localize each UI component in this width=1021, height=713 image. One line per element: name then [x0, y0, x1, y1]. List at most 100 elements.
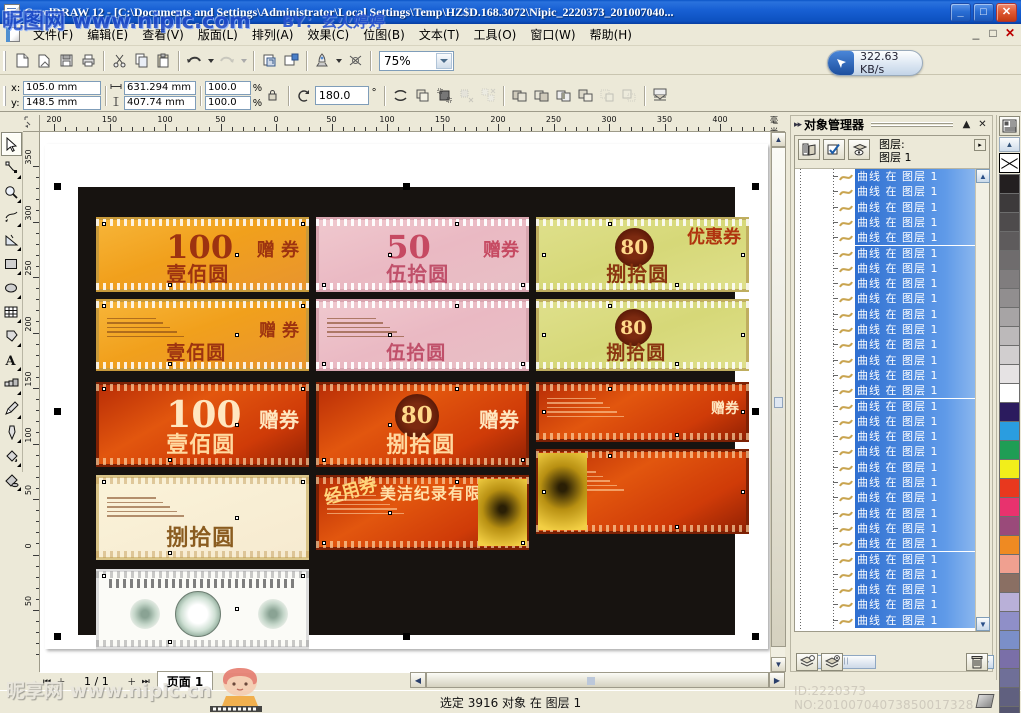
selection-handle-se[interactable]	[752, 633, 759, 640]
object-list-row[interactable]: 曲线 在 图层 1	[795, 475, 989, 491]
object-list-row[interactable]: 曲线 在 图层 1	[795, 597, 989, 613]
object-list-row[interactable]: 曲线 在 图层 1	[795, 459, 989, 475]
blend-tool[interactable]	[1, 372, 22, 396]
open-document-icon[interactable]	[33, 50, 55, 72]
object-list-row[interactable]: 曲线 在 图层 1	[795, 214, 989, 231]
object-node-handle[interactable]	[301, 222, 305, 226]
palette-color-swatch[interactable]	[999, 478, 1020, 497]
object-node-handle[interactable]	[102, 222, 106, 226]
object-list-row[interactable]: 曲线 在 图层 1	[795, 520, 989, 537]
menu-item-layout[interactable]: 版面(L)	[191, 23, 245, 46]
object-list-row[interactable]: 曲线 在 图层 1	[795, 398, 989, 414]
object-list-row[interactable]: 曲线 在 图层 1	[795, 245, 989, 261]
object-node-handle[interactable]	[741, 333, 745, 337]
voucher-artwork[interactable]: 100 壹佰圆 赠 券	[96, 217, 309, 292]
object-list-vertical-scrollbar[interactable]: ▲ ▼	[975, 169, 990, 631]
menu-item-arrange[interactable]: 排列(A)	[245, 23, 301, 46]
object-node-handle[interactable]	[542, 489, 546, 494]
palette-options-icon[interactable]	[999, 116, 1020, 136]
object-node-handle[interactable]	[322, 362, 326, 366]
object-node-handle[interactable]	[168, 640, 173, 644]
object-node-handle[interactable]	[234, 607, 239, 611]
palette-color-swatch[interactable]	[999, 288, 1020, 307]
palette-scroll-up-button[interactable]: ▲	[999, 137, 1020, 152]
interactive-fill-tool[interactable]	[1, 468, 22, 492]
object-node-handle[interactable]	[674, 283, 679, 287]
zoom-dropdown-button[interactable]	[436, 52, 452, 69]
object-node-handle[interactable]	[521, 458, 525, 462]
paste-icon[interactable]	[152, 50, 174, 72]
object-list-row[interactable]: 曲线 在 图层 1	[795, 566, 989, 583]
palette-color-swatch[interactable]	[999, 630, 1020, 649]
last-page-button[interactable]: ⏭	[139, 675, 153, 689]
corel-online-icon[interactable]	[344, 50, 366, 72]
object-height-input[interactable]: 407.74 mm	[124, 96, 196, 110]
object-list-row[interactable]: 曲线 在 图层 1	[795, 276, 989, 292]
object-node-handle[interactable]	[168, 283, 173, 287]
freehand-tool[interactable]	[1, 204, 22, 228]
scale-x-input[interactable]: 100.0	[205, 81, 251, 95]
palette-color-swatch[interactable]	[999, 649, 1020, 668]
object-node-handle[interactable]	[542, 252, 546, 257]
selection-handle-e[interactable]	[752, 408, 759, 415]
scroll-up-button[interactable]: ▲	[771, 132, 786, 147]
object-list-row[interactable]: 曲线 在 图层 1	[795, 551, 989, 567]
docker-rollup-button[interactable]: ▲	[960, 118, 973, 131]
doc-minimize-button[interactable]: _	[969, 26, 983, 40]
rectangle-tool[interactable]	[1, 252, 22, 276]
rotation-angle-input[interactable]: 180.0	[314, 86, 369, 105]
object-list-scroll-up[interactable]: ▲	[976, 169, 990, 183]
voucher-artwork[interactable]: 50 伍拾圆 赠券	[316, 217, 529, 292]
palette-color-swatch[interactable]	[999, 421, 1020, 440]
mirror-horizontal-icon[interactable]	[389, 85, 411, 107]
smart-drawing-tool[interactable]	[1, 228, 22, 252]
text-tool[interactable]: A	[1, 348, 22, 372]
object-node-handle[interactable]	[102, 304, 106, 308]
object-node-handle[interactable]	[454, 304, 459, 308]
palette-color-swatch[interactable]	[999, 231, 1020, 250]
trim-icon[interactable]	[530, 85, 552, 107]
palette-color-swatch[interactable]	[999, 345, 1020, 364]
doc-close-button[interactable]: ✕	[1003, 26, 1017, 40]
weld-icon[interactable]	[508, 85, 530, 107]
voucher-artwork[interactable]: 8080捌拾圆优惠券	[536, 217, 749, 292]
ellipse-tool[interactable]	[1, 276, 22, 300]
voucher-artwork[interactable]	[536, 449, 749, 534]
add-page-before-button[interactable]: ＋	[54, 675, 68, 689]
menu-item-bitmaps[interactable]: 位图(B)	[356, 23, 412, 46]
object-list-row[interactable]: 曲线 在 图层 1	[795, 383, 989, 399]
object-node-handle[interactable]	[168, 551, 173, 555]
drawing-canvas[interactable]: 100壹佰圆赠 券50伍拾圆赠券8080捌拾圆优惠券壹佰圆赠 券伍拾圆8080捌…	[40, 132, 785, 672]
object-node-handle[interactable]	[168, 458, 173, 462]
object-node-handle[interactable]	[521, 362, 525, 366]
palette-color-swatch[interactable]	[999, 364, 1020, 383]
add-page-after-button[interactable]: ＋	[125, 675, 139, 689]
object-node-handle[interactable]	[301, 480, 305, 484]
object-list-row[interactable]: 曲线 在 图层 1	[795, 230, 989, 246]
object-list-row[interactable]: 曲线 在 图层 1	[795, 260, 989, 277]
palette-color-swatch[interactable]	[999, 193, 1020, 212]
object-list-row[interactable]: 曲线 在 图层 1	[795, 505, 989, 521]
object-list-row[interactable]: 曲线 在 图层 1	[795, 184, 989, 200]
new-master-layer-icon[interactable]	[821, 652, 843, 671]
object-node-handle[interactable]	[234, 422, 239, 427]
object-node-handle[interactable]	[741, 410, 745, 414]
object-node-handle[interactable]	[388, 333, 393, 337]
no-color-swatch[interactable]	[999, 153, 1020, 173]
menu-item-effects[interactable]: 效果(C)	[300, 23, 356, 46]
toolbar-grip[interactable]	[3, 50, 8, 71]
object-node-handle[interactable]	[388, 422, 393, 427]
selection-handle-n[interactable]	[403, 183, 410, 190]
object-node-handle[interactable]	[234, 333, 239, 337]
canvas-vertical-scrollbar[interactable]: ▲ ▼	[770, 132, 786, 672]
interactive-fill-flyout-icon[interactable]	[16, 486, 22, 492]
docker-close-button[interactable]: ✕	[976, 118, 989, 131]
menu-item-tools[interactable]: 工具(O)	[467, 23, 524, 46]
print-document-icon[interactable]	[77, 50, 99, 72]
convert-to-curves-icon[interactable]	[411, 85, 433, 107]
palette-color-swatch[interactable]	[999, 402, 1020, 421]
object-node-handle[interactable]	[102, 480, 106, 484]
object-node-handle[interactable]	[388, 252, 393, 257]
palette-color-swatch[interactable]	[999, 212, 1020, 231]
palette-color-swatch[interactable]	[999, 440, 1020, 459]
